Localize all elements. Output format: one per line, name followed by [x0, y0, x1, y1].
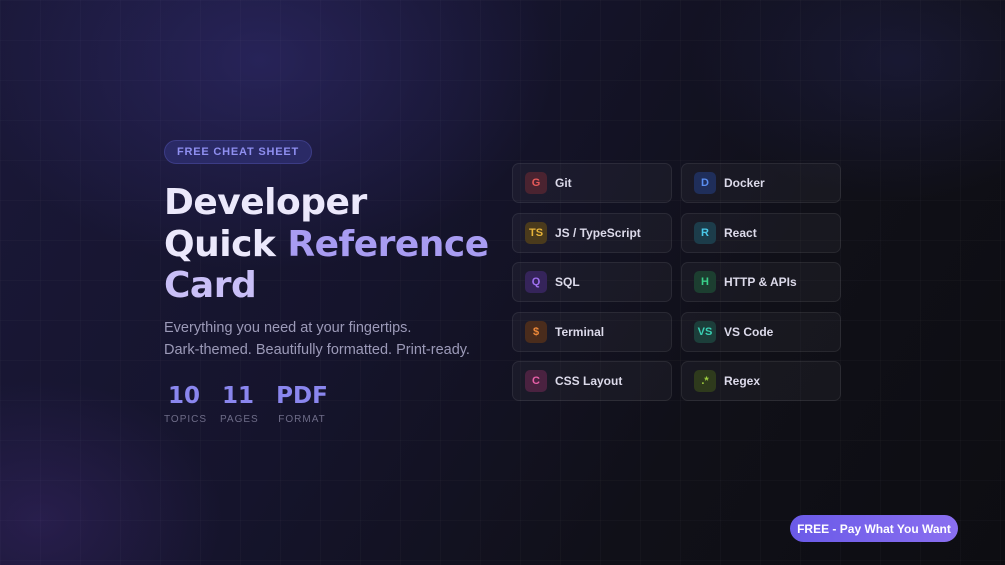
topic-card-git[interactable]: G Git: [512, 163, 672, 203]
stat-pages-value: 11: [221, 383, 254, 409]
subtitle-line-2: Dark-themed. Beautifully formatted. Prin…: [164, 341, 470, 358]
git-icon: G: [525, 172, 547, 194]
subtitle: Everything you need at your fingertips. …: [164, 318, 470, 361]
topic-label: Regex: [724, 374, 761, 388]
title-line-3: Card: [164, 265, 257, 306]
topic-card-terminal[interactable]: $ Terminal: [512, 311, 672, 352]
topic-card-react[interactable]: R React: [681, 212, 841, 253]
topic-label: Git: [555, 176, 572, 190]
stat-pages: 11 PAGES: [220, 382, 259, 425]
topic-label: HTTP & APIs: [724, 275, 797, 289]
pay-what-you-want-button[interactable]: FREE - Pay What You Want: [790, 515, 958, 542]
topic-card-vs-code[interactable]: VS VS Code: [681, 311, 841, 352]
stat-topics-label: TOPICS: [164, 414, 208, 425]
http-apis-icon: H: [694, 271, 716, 293]
topic-label: Terminal: [555, 324, 605, 339]
topic-card-css-layout[interactable]: C CSS Layout: [512, 361, 672, 401]
free-cheat-sheet-badge: FREE CHEAT SHEET: [164, 140, 312, 164]
page-title: Developer Quick Reference Card: [164, 182, 489, 307]
topic-label: Docker: [724, 176, 765, 190]
topic-label: VS Code: [724, 324, 774, 339]
css-layout-icon: C: [525, 370, 547, 392]
title-line-2: Quick Reference: [164, 224, 489, 266]
topic-card-regex[interactable]: .* Regex: [681, 361, 841, 401]
sql-icon: Q: [525, 271, 547, 293]
terminal-icon: $: [525, 320, 547, 343]
stat-topics: 10 TOPICS: [164, 382, 208, 425]
regex-icon: .*: [694, 370, 716, 392]
title-word-reference: Reference: [287, 223, 489, 265]
js-typescript-icon: TS: [525, 221, 547, 244]
background-grid: [0, 0, 1005, 565]
stat-topics-value: 10: [167, 383, 200, 409]
docker-icon: D: [694, 172, 716, 194]
title-word-quick: Quick: [164, 223, 276, 265]
topic-card-docker[interactable]: D Docker: [681, 163, 841, 203]
topic-label: SQL: [555, 275, 580, 289]
topic-label: React: [724, 225, 757, 240]
subtitle-line-1: Everything you need at your fingertips.: [164, 320, 412, 336]
react-icon: R: [694, 221, 716, 244]
stat-format-value: PDF: [276, 383, 328, 409]
topic-label: CSS Layout: [555, 374, 623, 388]
topic-card-http-apis[interactable]: H HTTP & APIs: [681, 262, 841, 302]
title-line-1: Developer: [164, 182, 367, 223]
topic-card-js-typescript[interactable]: TS JS / TypeScript: [512, 212, 672, 253]
stat-format-label: FORMAT: [278, 414, 326, 425]
topic-label: JS / TypeScript: [555, 225, 641, 240]
stat-pages-label: PAGES: [220, 414, 259, 425]
stat-format: PDF FORMAT: [276, 382, 328, 425]
vs-code-icon: VS: [694, 320, 716, 343]
topic-card-sql[interactable]: Q SQL: [512, 262, 672, 302]
